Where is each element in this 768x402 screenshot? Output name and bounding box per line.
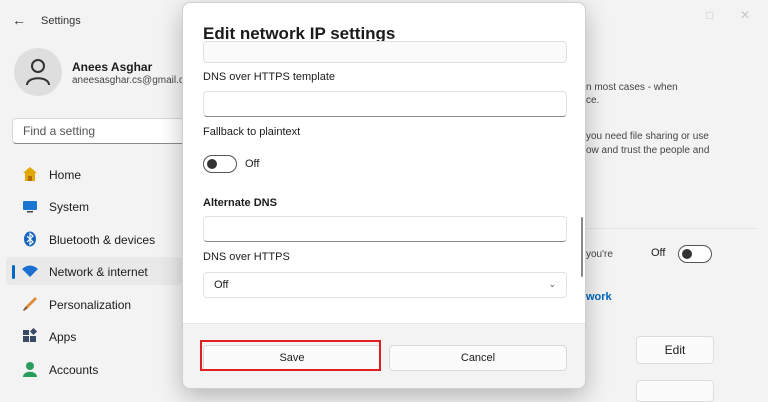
fallback-label: Fallback to plaintext: [203, 126, 301, 138]
cancel-button[interactable]: Cancel: [389, 345, 567, 371]
preferred-dns-field[interactable]: [203, 41, 567, 63]
doh-select[interactable]: Off ⌄: [203, 272, 567, 298]
doh-label: DNS over HTTPS: [203, 251, 290, 263]
alternate-dns-input[interactable]: [203, 216, 567, 242]
doh-template-label: DNS over HTTPS template: [203, 71, 336, 83]
fallback-toggle[interactable]: [203, 155, 237, 173]
dialog-footer: Save Cancel: [183, 323, 585, 388]
doh-template-input[interactable]: [203, 91, 567, 117]
chevron-down-icon: ⌄: [548, 279, 556, 289]
save-highlight-box: [200, 340, 381, 371]
doh-selected-value: Off: [214, 279, 229, 291]
scrollbar[interactable]: [581, 217, 583, 277]
edit-ip-dialog: Edit network IP settings DNS over HTTPS …: [182, 2, 586, 389]
fallback-toggle-label: Off: [245, 158, 260, 170]
alternate-dns-heading: Alternate DNS: [203, 197, 277, 209]
